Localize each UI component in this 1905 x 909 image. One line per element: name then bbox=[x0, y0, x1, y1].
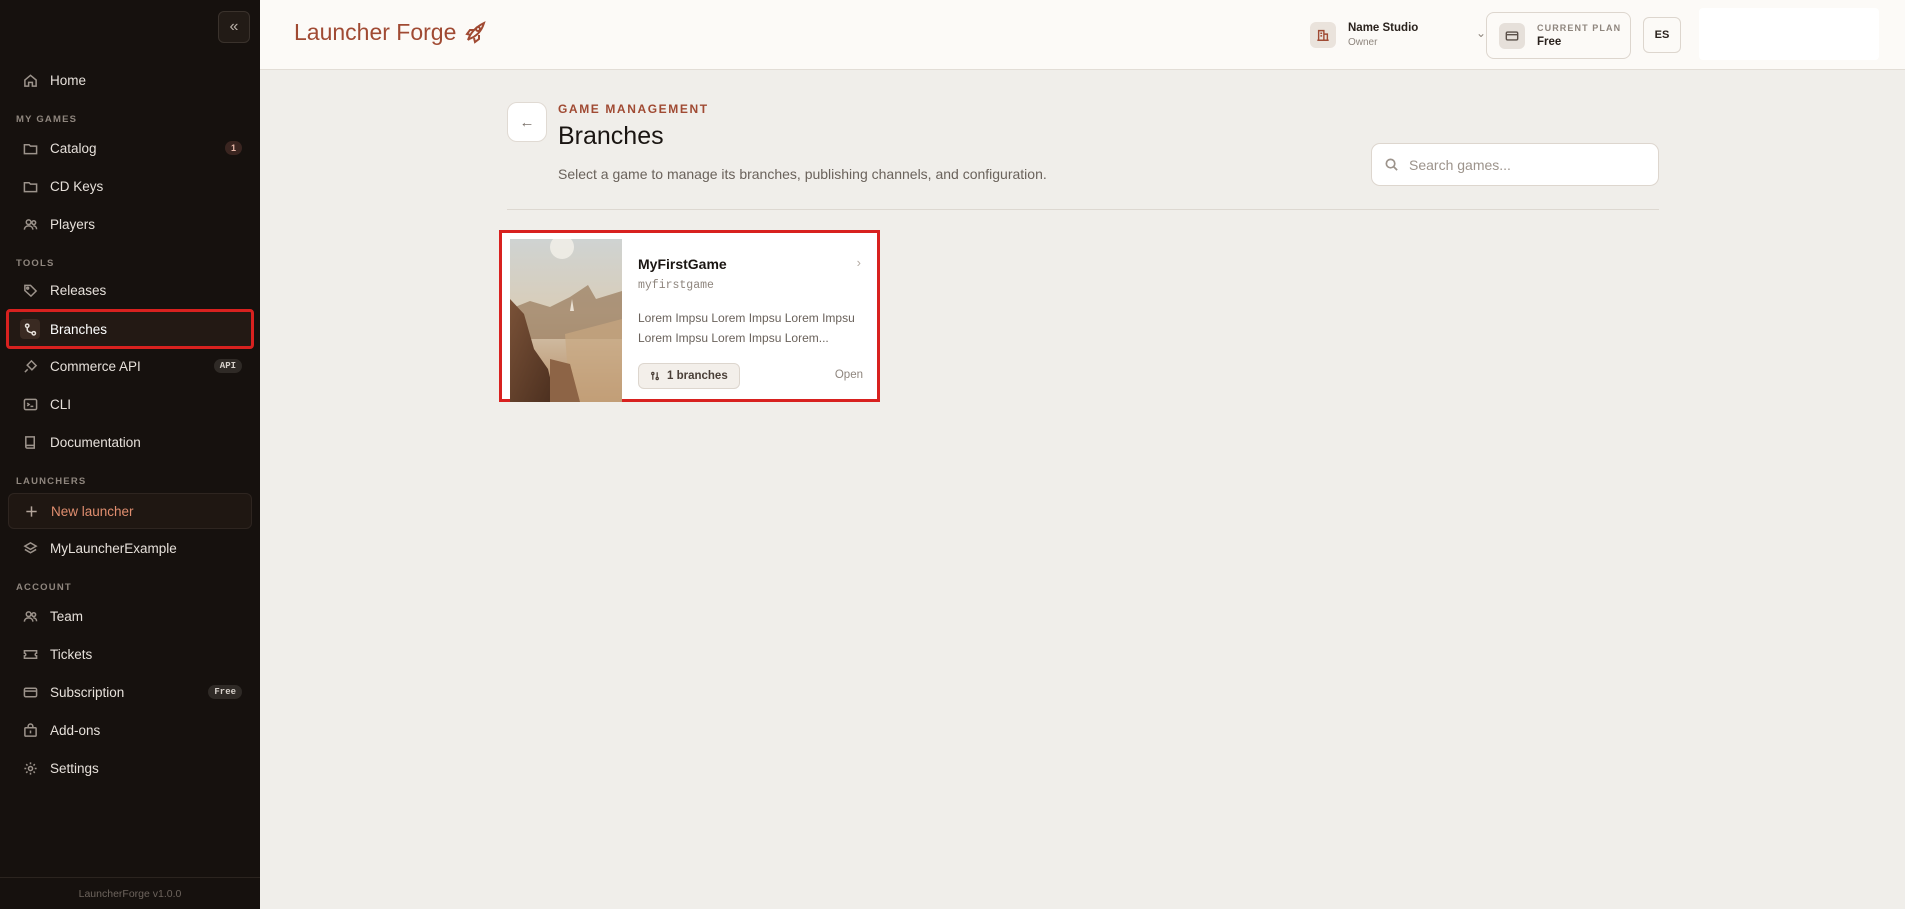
terminal-icon bbox=[22, 396, 38, 412]
sidebar-item-settings[interactable]: Settings bbox=[8, 750, 252, 786]
collapse-sidebar-button[interactable]: « bbox=[218, 11, 250, 43]
sidebar-item-label: Branches bbox=[50, 321, 108, 337]
branch-icon bbox=[651, 371, 659, 381]
tag-icon bbox=[22, 282, 38, 298]
divider bbox=[507, 209, 1659, 210]
book-icon bbox=[22, 434, 38, 450]
branches-count-pill: 1 branches bbox=[638, 363, 740, 389]
sidebar-item-label: Catalog bbox=[50, 140, 97, 156]
plan-label: CURRENT PLAN bbox=[1537, 23, 1622, 33]
sidebar-item-team[interactable]: Team bbox=[8, 598, 252, 634]
sidebar-item-catalog[interactable]: Catalog 1 bbox=[8, 130, 252, 166]
sidebar-item-label: CD Keys bbox=[50, 178, 104, 194]
new-launcher-button[interactable]: New launcher bbox=[8, 493, 252, 529]
sidebar-item-label: Home bbox=[50, 72, 87, 88]
studio-selector[interactable]: Name Studio Owner ⌄ bbox=[1310, 18, 1490, 52]
folder-icon bbox=[22, 178, 38, 194]
section-account: ACCOUNT bbox=[16, 582, 72, 593]
sidebar-item-releases[interactable]: Releases bbox=[8, 272, 252, 308]
plan-value: Free bbox=[1537, 36, 1562, 48]
plan-badge: Free bbox=[208, 685, 242, 699]
studio-role: Owner bbox=[1348, 37, 1378, 48]
game-thumbnail bbox=[510, 239, 622, 402]
sidebar-item-addons[interactable]: Add-ons bbox=[8, 712, 252, 748]
sidebar-item-home[interactable]: Home bbox=[8, 62, 252, 98]
sidebar-item-tickets[interactable]: Tickets bbox=[8, 636, 252, 672]
rocket-icon bbox=[465, 21, 487, 44]
catalog-count-badge: 1 bbox=[224, 141, 242, 155]
package-icon bbox=[22, 722, 38, 738]
sidebar: « Home MY GAMES Catalog 1 CD Keys Player… bbox=[0, 0, 260, 909]
chevron-down-icon: ⌄ bbox=[1475, 26, 1486, 40]
sidebar-item-label: Releases bbox=[50, 282, 107, 298]
plug-icon bbox=[22, 358, 38, 374]
sidebar-item-label: Team bbox=[50, 608, 84, 624]
building-icon bbox=[1310, 22, 1336, 48]
version-label: LauncherForge v1.0.0 bbox=[0, 877, 260, 909]
page-description: Select a game to manage its branches, pu… bbox=[558, 166, 1047, 182]
sidebar-item-label: CLI bbox=[50, 396, 72, 412]
sidebar-item-label: New launcher bbox=[51, 503, 134, 519]
sidebar-item-cd-keys[interactable]: CD Keys bbox=[8, 168, 252, 204]
credit-card-icon bbox=[1499, 22, 1525, 49]
branches-count: 1 branches bbox=[667, 370, 728, 382]
api-badge: API bbox=[213, 359, 242, 373]
back-button[interactable]: ← bbox=[507, 102, 547, 142]
sidebar-item-label: Documentation bbox=[50, 434, 141, 450]
arrow-left-icon: ← bbox=[519, 113, 535, 131]
layers-icon bbox=[22, 540, 38, 556]
game-description: Lorem Impsu Lorem Impsu Lorem Impsu Lore… bbox=[638, 311, 855, 345]
folder-icon bbox=[22, 140, 38, 156]
game-card[interactable]: MyFirstGame myfirstgame Lorem Impsu Lore… bbox=[499, 230, 880, 402]
users-icon bbox=[22, 608, 38, 624]
open-link[interactable]: Open bbox=[835, 369, 863, 381]
sidebar-item-label: Settings bbox=[50, 760, 99, 776]
page-title: Branches bbox=[558, 122, 664, 150]
game-name: MyFirstGame bbox=[638, 256, 727, 272]
double-chevron-left-icon: « bbox=[229, 18, 239, 35]
sidebar-item-label: Tickets bbox=[50, 646, 93, 662]
sidebar-item-my-launcher[interactable]: MyLauncherExample bbox=[8, 530, 252, 566]
game-card-body: MyFirstGame myfirstgame Lorem Impsu Lore… bbox=[638, 233, 877, 399]
sidebar-item-label: MyLauncherExample bbox=[50, 540, 177, 556]
home-icon bbox=[22, 72, 38, 88]
chevron-right-icon: › bbox=[856, 255, 861, 270]
sidebar-item-label: Players bbox=[50, 216, 96, 232]
sidebar-item-label: Add-ons bbox=[50, 722, 101, 738]
gear-icon bbox=[22, 760, 38, 776]
users-icon bbox=[22, 216, 38, 232]
section-my-games: MY GAMES bbox=[16, 114, 78, 125]
current-plan-button[interactable]: CURRENT PLAN Free bbox=[1486, 12, 1631, 59]
user-menu[interactable] bbox=[1699, 8, 1879, 60]
sidebar-item-label: Subscription bbox=[50, 684, 125, 700]
sidebar-item-documentation[interactable]: Documentation bbox=[8, 424, 252, 460]
sidebar-item-label: Commerce API bbox=[50, 358, 141, 374]
sidebar-item-subscription[interactable]: Subscription Free bbox=[8, 674, 252, 710]
section-tools: TOOLS bbox=[16, 258, 55, 269]
sidebar-item-branches[interactable]: Branches bbox=[6, 309, 254, 349]
sidebar-item-players[interactable]: Players bbox=[8, 206, 252, 242]
sidebar-item-cli[interactable]: CLI bbox=[8, 386, 252, 422]
ticket-icon bbox=[22, 646, 38, 662]
app-logo[interactable]: Launcher Forge bbox=[294, 18, 490, 46]
studio-name: Name Studio bbox=[1348, 22, 1419, 34]
credit-card-icon bbox=[22, 684, 38, 700]
language-toggle[interactable]: ES bbox=[1643, 17, 1681, 53]
search-input[interactable] bbox=[1409, 156, 1639, 173]
logo-text: Launcher Forge bbox=[294, 18, 457, 45]
section-launchers: LAUNCHERS bbox=[16, 476, 87, 487]
plus-icon bbox=[23, 503, 39, 519]
branch-icon bbox=[20, 319, 40, 339]
search-box[interactable] bbox=[1371, 143, 1659, 186]
page-eyebrow: GAME MANAGEMENT bbox=[558, 102, 709, 116]
game-slug: myfirstgame bbox=[638, 279, 714, 292]
search-icon bbox=[1385, 158, 1398, 171]
sidebar-item-commerce-api[interactable]: Commerce API API bbox=[8, 348, 252, 384]
top-header: Launcher Forge Name Studio Owner ⌄ CURRE… bbox=[260, 0, 1905, 70]
